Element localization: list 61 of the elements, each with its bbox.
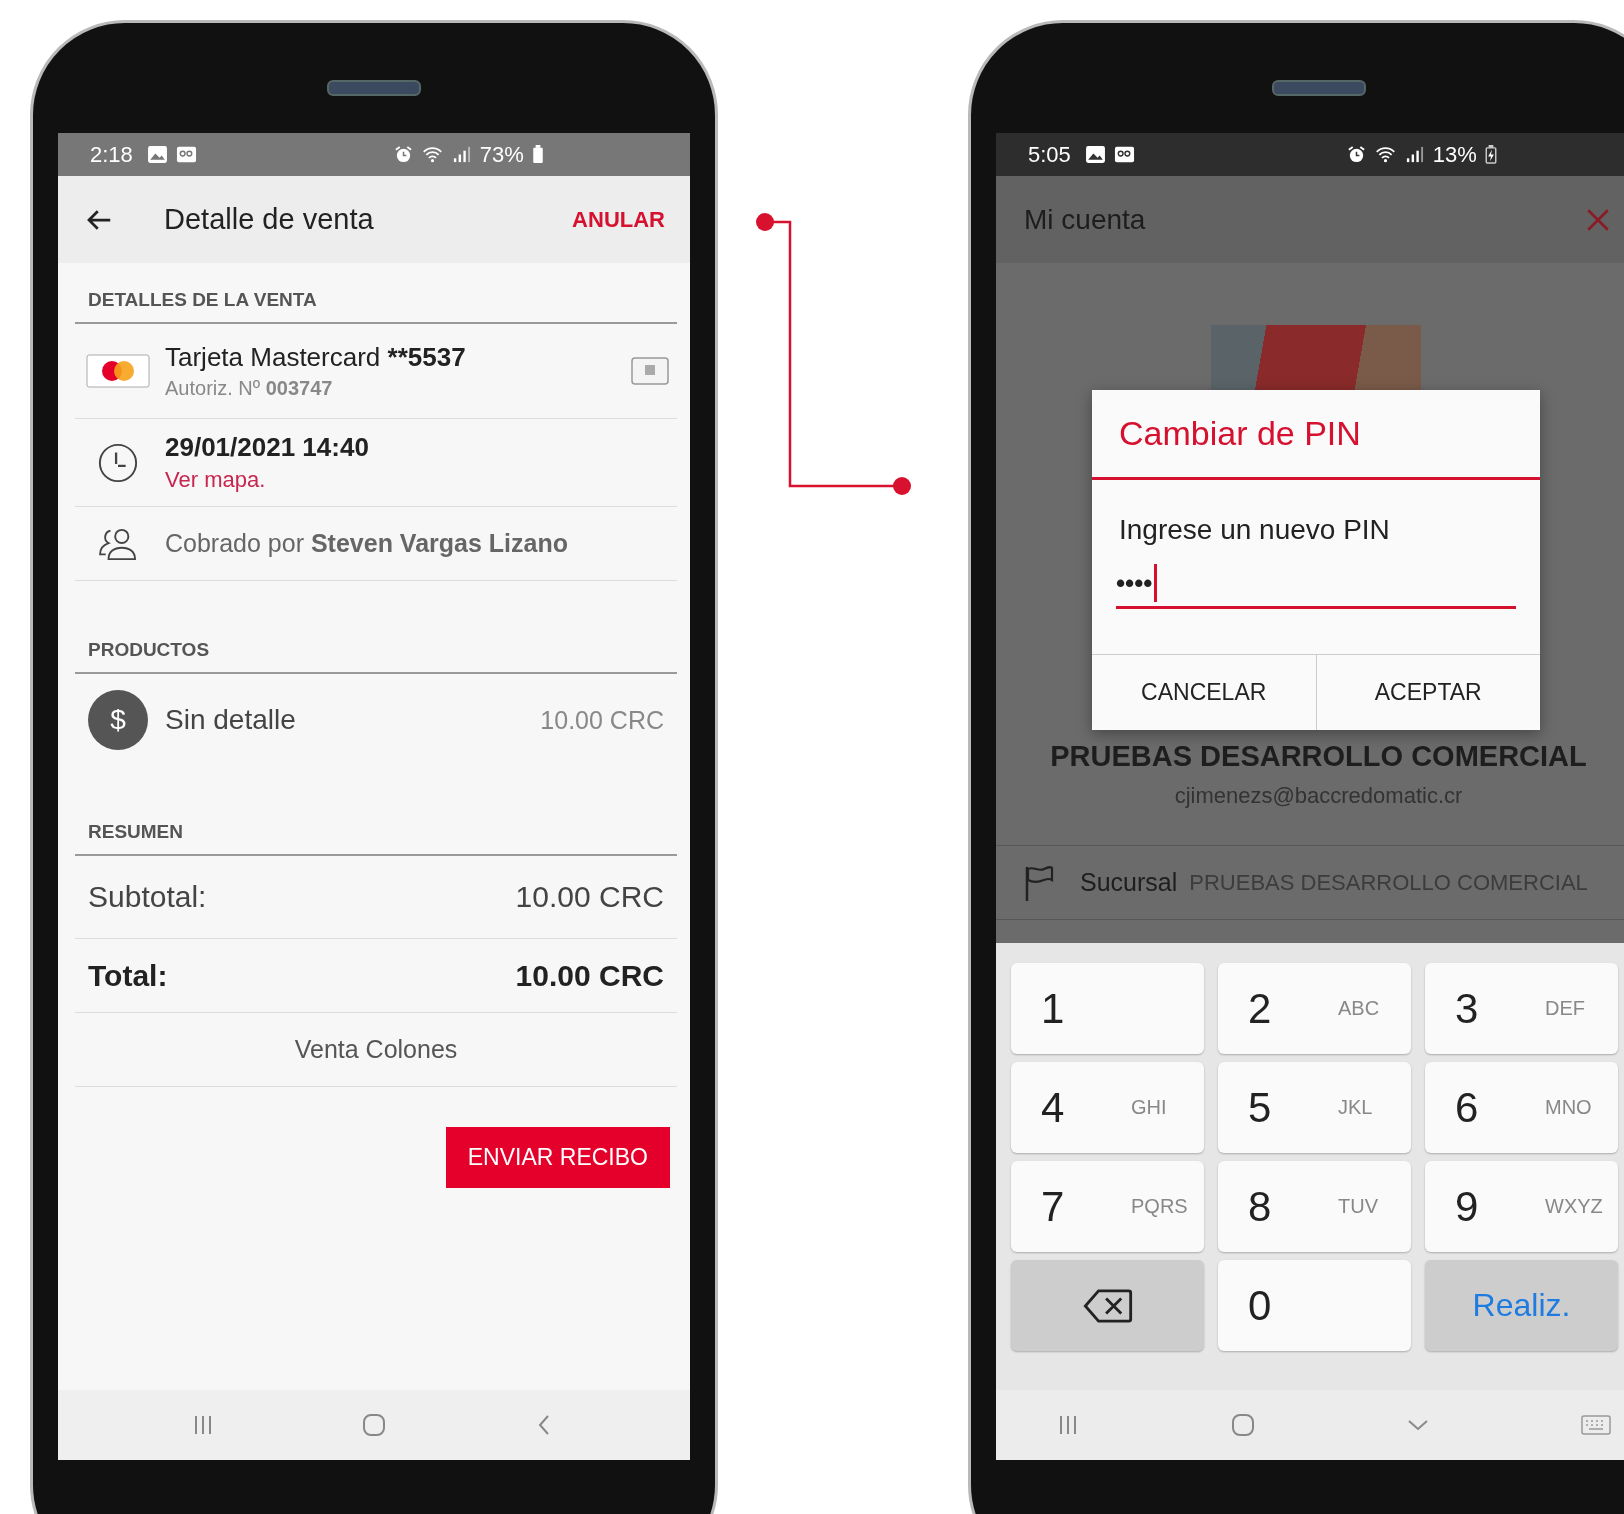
- dialog-button[interactable]: ACEPTAR: [1315, 655, 1540, 730]
- keyboard-icon[interactable]: [1581, 1415, 1611, 1435]
- mastercard-icon: [86, 353, 150, 389]
- keypad-key[interactable]: 8 TUV: [1218, 1161, 1411, 1252]
- backspace-icon: [1082, 1288, 1133, 1323]
- battery-percent: 13%: [1432, 141, 1477, 168]
- voicemail-icon: [1113, 145, 1135, 164]
- section-heading: DETALLES DE LA VENTA: [88, 289, 317, 311]
- send-receipt-button[interactable]: ENVIAR RECIBO: [445, 1127, 670, 1188]
- card-name: Tarjeta Mastercard **5537: [165, 342, 467, 373]
- field-label: Ingrese un nuevo PIN: [1119, 514, 1391, 546]
- keypad-key[interactable]: 3 DEF: [1425, 963, 1618, 1054]
- keypad-key[interactable]: 1: [1011, 963, 1204, 1054]
- clock-icon: [97, 441, 139, 484]
- section-heading: RESUMEN: [88, 821, 183, 843]
- screen-title: Detalle de venta: [164, 203, 375, 236]
- keypad-key[interactable]: 6 MNO: [1425, 1062, 1618, 1153]
- battery-percent: 73%: [479, 141, 524, 168]
- product-name: Sin detalle: [165, 704, 297, 736]
- home-icon[interactable]: [1231, 1413, 1255, 1437]
- account-name: PRUEBAS DESARROLLO COMERCIAL: [1050, 740, 1587, 773]
- home-icon[interactable]: [362, 1413, 386, 1437]
- voicemail-icon: [175, 145, 197, 164]
- people-icon: [97, 526, 139, 561]
- dialog-button[interactable]: CANCELAR: [1092, 655, 1316, 730]
- authorization-number: Autoriz. Nº 003747: [165, 377, 334, 400]
- qr-code-icon[interactable]: [631, 357, 669, 385]
- status-time: 2:18: [90, 141, 133, 168]
- image-icon: [1084, 145, 1106, 164]
- keypad-key[interactable]: 4 GHI: [1011, 1062, 1204, 1153]
- keypad-key[interactable]: 0: [1218, 1260, 1411, 1351]
- account-email: cjimenezs@baccredomatic.cr: [1174, 783, 1463, 809]
- product-amount: 10.00 CRC: [540, 705, 664, 735]
- sale-date: 29/01/2021 14:40: [165, 432, 370, 463]
- pin-field[interactable]: ••••: [1116, 560, 1516, 609]
- image-icon: [146, 145, 168, 164]
- sale-type-note: Venta Colones: [294, 1035, 458, 1064]
- screen-title: Mi cuenta: [1024, 203, 1146, 236]
- currency-avatar: $: [88, 690, 148, 750]
- subtotal-label: Subtotal:: [88, 880, 207, 914]
- map-link[interactable]: Ver mapa.: [165, 467, 677, 493]
- subtotal-value: 10.00 CRC: [515, 880, 664, 914]
- backspace-key[interactable]: [1011, 1260, 1204, 1351]
- dialog-title: Cambiar de PIN: [1092, 390, 1540, 480]
- battery-charging-icon: [1484, 145, 1497, 164]
- total-value: 10.00 CRC: [515, 958, 664, 993]
- cancel-sale-button[interactable]: ANULAR: [572, 206, 665, 233]
- keypad-key[interactable]: 9 WXYZ: [1425, 1161, 1618, 1252]
- total-label: Total:: [88, 958, 168, 993]
- flag-icon: [1024, 864, 1054, 901]
- section-heading: PRODUCTOS: [88, 639, 210, 661]
- keypad-key[interactable]: 2 ABC: [1218, 963, 1411, 1054]
- branch-label: Sucursal: [1080, 868, 1178, 897]
- status-time: 5:05: [1028, 141, 1071, 168]
- collected-by: Cobrado por Steven Vargas Lizano: [165, 529, 568, 558]
- wifi-icon: [1374, 145, 1396, 164]
- text-cursor: [1154, 564, 1158, 602]
- keypad-key[interactable]: 5 JKL: [1218, 1062, 1411, 1153]
- wifi-icon: [421, 145, 443, 164]
- battery-icon: [531, 145, 544, 164]
- keypad-key[interactable]: 7 PQRS: [1011, 1161, 1204, 1252]
